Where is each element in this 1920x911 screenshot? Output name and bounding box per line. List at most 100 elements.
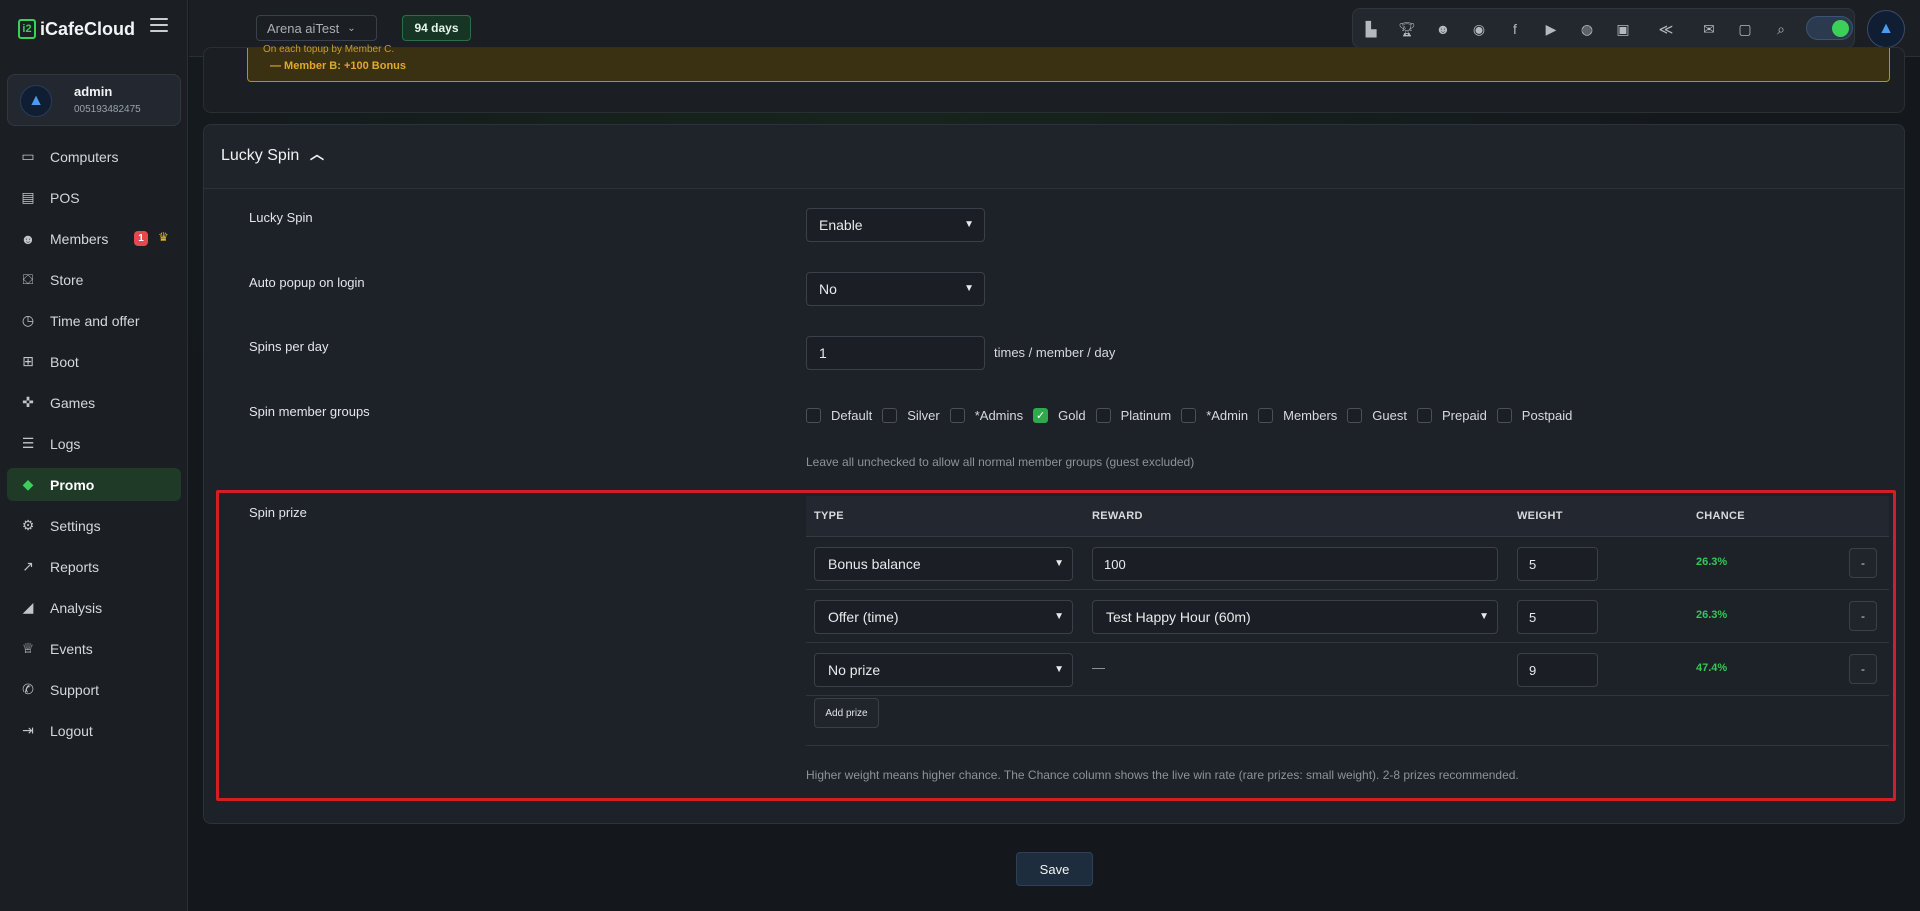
search-icon[interactable]: ⌕ <box>1771 19 1791 39</box>
members-count-badge: 1 <box>134 231 148 246</box>
checkbox[interactable] <box>806 408 821 423</box>
profile-card[interactable]: ▲ admin 005193482475 <box>7 74 181 126</box>
facebook-icon[interactable]: f <box>1505 19 1525 39</box>
sidebar-item-logout[interactable]: ⇥ Logout <box>7 714 181 747</box>
checkbox[interactable] <box>882 408 898 423</box>
group-default[interactable]: Default <box>806 408 872 423</box>
sidebar-item-boot[interactable]: ⊞ Boot <box>7 345 181 378</box>
crown-badge-icon: ♛ <box>158 230 169 244</box>
sidebar-item-store[interactable]: ⛋ Store <box>7 263 181 296</box>
group-silver[interactable]: Silver <box>882 408 940 423</box>
bonus-note: On each topup by Member C. — Member B: +… <box>247 44 1890 82</box>
sidebar-nav: ▭ Computers ▤ POS ☻ Members 1 ♛ ⛋ Store ◷ Time … <box>7 140 181 755</box>
sidebar-item-label: Computers <box>50 148 119 165</box>
ranking-icon[interactable]: ▙ <box>1361 19 1381 39</box>
group-guest[interactable]: Guest <box>1347 408 1407 423</box>
group-gold[interactable]: ✓ Gold <box>1033 408 1086 423</box>
group-label: Silver <box>907 408 940 423</box>
menu-toggle-icon[interactable] <box>150 18 168 34</box>
users-group-icon[interactable]: ☻ <box>1433 19 1453 39</box>
spins-per-day-input[interactable]: 1 <box>806 336 985 370</box>
auto-popup-value: No <box>819 281 837 297</box>
group-admins[interactable]: *Admins <box>949 408 1023 423</box>
group-label: Platinum <box>1120 408 1172 423</box>
save-button[interactable]: Save <box>1016 852 1093 886</box>
sidebar-item-label: Logout <box>50 722 93 739</box>
group-label: Members <box>1283 408 1338 423</box>
groups-hint: Leave all unchecked to allow all normal … <box>806 455 1195 469</box>
sidebar-item-label: Members <box>50 230 109 247</box>
sidebar-item-logs[interactable]: ☰ Logs <box>7 427 181 460</box>
auto-popup-label: Auto popup on login <box>249 275 365 290</box>
logo-mark-icon: i2 <box>18 19 36 39</box>
group-prepaid[interactable]: Prepaid <box>1416 408 1487 423</box>
sidebar-item-promo[interactable]: ◆ Promo <box>7 468 181 501</box>
list-icon: ☰ <box>21 435 35 451</box>
sidebar-item-computers[interactable]: ▭ Computers <box>7 140 181 173</box>
game-launcher-icon[interactable]: ≪ <box>1656 19 1676 39</box>
lucky-spin-header[interactable]: Lucky Spin ︿ <box>204 125 1904 189</box>
sidebar-item-members[interactable]: ☻ Members 1 ♛ <box>7 222 181 255</box>
group-postpaid[interactable]: Postpaid <box>1496 408 1572 423</box>
auto-popup-select[interactable]: No ▼ <box>806 272 985 306</box>
group-label: Guest <box>1372 408 1407 423</box>
spins-suffix: times / member / day <box>994 345 1116 360</box>
profile-id: 005193482475 <box>74 104 141 115</box>
sidebar-item-label: Games <box>50 394 96 411</box>
checkbox[interactable] <box>1416 408 1432 423</box>
globe-icon[interactable]: ◍ <box>1577 19 1597 39</box>
chevron-down-icon: ⌄ <box>347 22 356 34</box>
sidebar-item-settings[interactable]: ⚙ Settings <box>7 509 181 542</box>
sidebar-item-games[interactable]: ✜ Games <box>7 386 181 419</box>
group-platinum[interactable]: Platinum <box>1095 408 1172 423</box>
sidebar-item-label: Logs <box>50 435 81 452</box>
sidebar-item-pos[interactable]: ▤ POS <box>7 181 181 214</box>
lucky-spin-label: Lucky Spin <box>249 210 313 225</box>
lucky-spin-value: Enable <box>819 217 863 233</box>
sidebar-item-label: Events <box>50 640 93 657</box>
group-label: Prepaid <box>1441 408 1487 423</box>
main-content: On each topup by Member C. — Member B: +… <box>189 44 1920 911</box>
youtube-icon[interactable]: ▶ <box>1541 19 1561 39</box>
checkbox[interactable] <box>949 408 965 423</box>
note-line-1: On each topup by Member C. <box>263 44 395 55</box>
user-avatar[interactable]: ▲ <box>1867 10 1905 48</box>
group-members[interactable]: Members <box>1258 408 1337 423</box>
sidebar-item-label: Store <box>50 271 84 288</box>
chart-line-icon: ↗ <box>22 558 34 574</box>
cafe-selector[interactable]: Arena aiTest ⌄ <box>256 15 377 41</box>
theme-toggle[interactable] <box>1806 16 1853 40</box>
cafe-name: Arena aiTest <box>267 20 340 36</box>
sidebar-item-label: Promo <box>50 476 95 493</box>
checkbox[interactable] <box>1347 408 1363 423</box>
sidebar-item-support[interactable]: ✆ Support <box>7 673 181 706</box>
mail-icon[interactable]: ✉ <box>1699 19 1719 39</box>
sidebar-item-label: Time and offer <box>50 312 140 329</box>
toggle-knob <box>1832 20 1849 37</box>
crown-icon: ♕ <box>21 640 35 656</box>
sidebar-item-time-and-offer[interactable]: ◷ Time and offer <box>7 304 181 337</box>
group-admin[interactable]: *Admin <box>1181 408 1248 423</box>
chevron-down-icon: ▼ <box>964 219 974 230</box>
trophy-icon[interactable]: 🏆︎ <box>1397 19 1417 39</box>
sidebar-item-label: Boot <box>50 353 79 370</box>
checkbox[interactable] <box>1181 408 1197 423</box>
checkbox[interactable] <box>1095 408 1111 423</box>
checkbox[interactable] <box>1258 408 1274 423</box>
icafe-icon[interactable]: ▣ <box>1613 19 1633 39</box>
checkbox-checked[interactable]: ✓ <box>1033 408 1049 423</box>
previous-section-card: On each topup by Member C. — Member B: +… <box>203 44 1905 113</box>
sidebar-item-analysis[interactable]: ◢ Analysis <box>7 591 181 624</box>
lucky-spin-select[interactable]: Enable ▼ <box>806 208 985 242</box>
chevron-up-icon[interactable]: ︿ <box>310 144 324 164</box>
app-logo[interactable]: i2 iCafeCloud <box>18 18 135 40</box>
checkbox[interactable] <box>1496 408 1512 423</box>
sidebar-item-label: Settings <box>50 517 101 534</box>
chat-icon[interactable]: ▢ <box>1735 19 1755 39</box>
gamepad-icon: ✜ <box>22 394 34 410</box>
sidebar-item-reports[interactable]: ↗ Reports <box>7 550 181 583</box>
bag-icon: ⛋ <box>22 271 34 287</box>
section-title: Lucky Spin <box>221 147 300 164</box>
sidebar-item-events[interactable]: ♕ Events <box>7 632 181 665</box>
rss-icon[interactable]: ◉ <box>1469 19 1489 39</box>
